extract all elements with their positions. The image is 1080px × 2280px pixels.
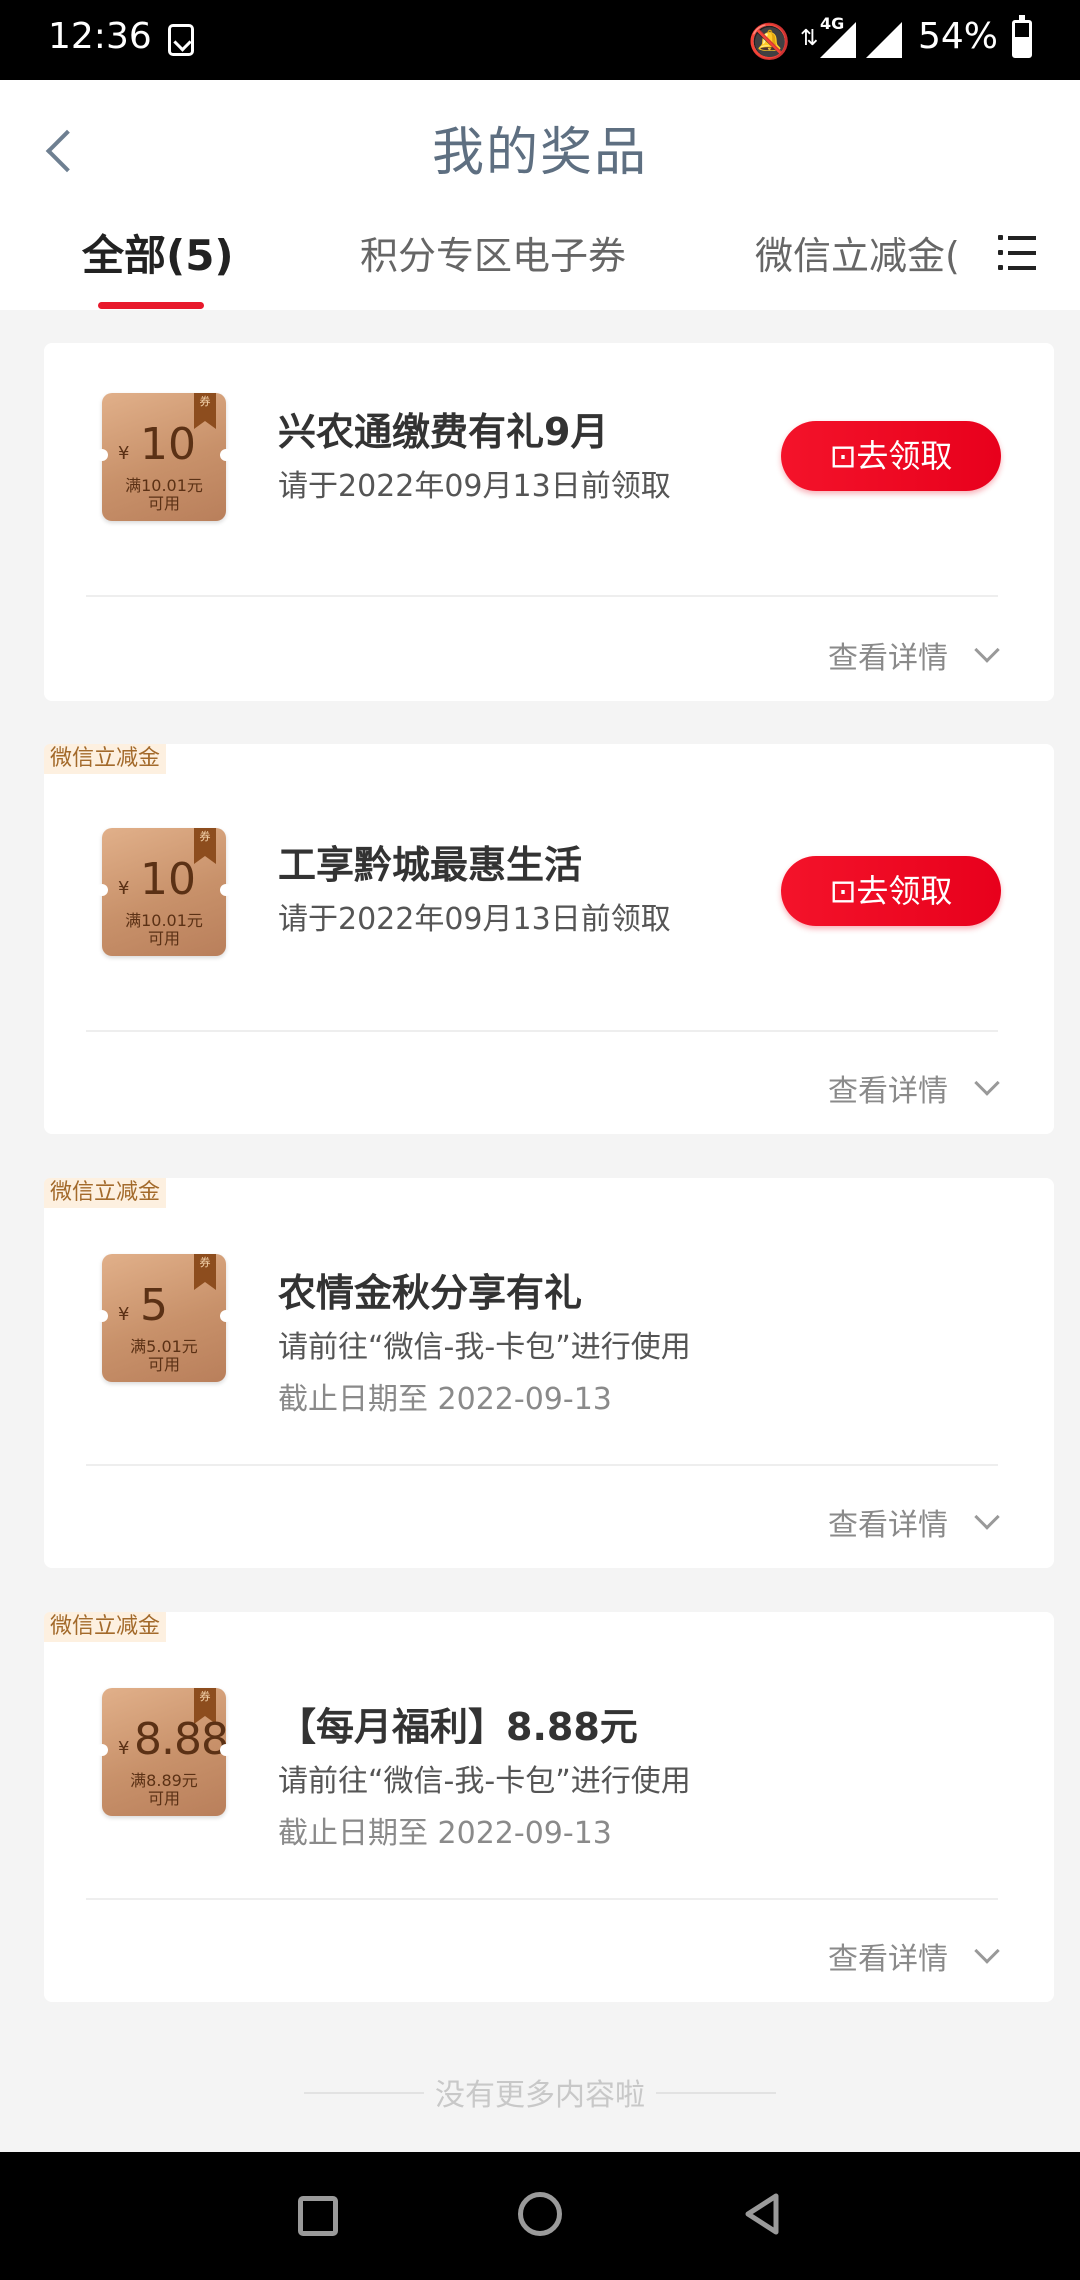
wechat-discount-tag: 微信立减金 <box>44 1612 167 1642</box>
details-link[interactable]: 查看详情 <box>828 1934 948 1978</box>
tab-wechat-discount[interactable]: 微信立减金(5) <box>755 225 957 280</box>
divider <box>86 1464 998 1466</box>
claim-button-label: 去领取 <box>856 872 953 910</box>
prize-card: 微信立减金 券 ¥ 8.88 满8.89元 可用 【每月福利】8.88元 请前往… <box>44 1612 1054 2002</box>
bell-off-icon: 🔕 <box>748 22 791 62</box>
details-link[interactable]: 查看详情 <box>828 633 948 677</box>
coupon-currency: ¥ <box>118 878 130 899</box>
data-arrows-icon: ⇅ <box>800 26 819 51</box>
recents-button[interactable] <box>298 2196 338 2236</box>
prize-card: 券 ¥ 10 满10.01元 可用 兴农通缴费有礼9月 请于2022年09月13… <box>44 343 1054 701</box>
coupon-ribbon: 券 <box>194 393 216 429</box>
system-nav-bar <box>0 2152 1080 2280</box>
coupon-condition: 满10.01元 可用 <box>102 477 226 513</box>
back-nav-button[interactable] <box>742 2192 782 2236</box>
coupon-badge: 券 ¥ 5 满5.01元 可用 <box>96 1254 232 1382</box>
prize-card: 微信立减金 券 ¥ 10 满10.01元 可用 工享黔城最惠生活 请于2022年… <box>44 744 1054 1134</box>
divider <box>86 595 998 597</box>
claim-icon: ⊡ <box>829 872 857 910</box>
coupon-condition: 满5.01元 可用 <box>102 1338 226 1374</box>
coupon-badge: 券 ¥ 8.88 满8.89元 可用 <box>96 1688 232 1816</box>
active-tab-indicator <box>98 302 204 309</box>
download-icon <box>168 24 194 56</box>
prize-title: 兴农通缴费有礼9月 <box>278 410 609 454</box>
wechat-discount-tag: 微信立减金 <box>44 1178 167 1208</box>
claim-button[interactable]: ⊡去领取 <box>781 421 1001 491</box>
coupon-badge: 券 ¥ 10 满10.01元 可用 <box>96 828 232 956</box>
coupon-condition: 满8.89元 可用 <box>102 1772 226 1808</box>
network-type: 4G <box>820 14 845 33</box>
chevron-down-icon[interactable] <box>974 1938 1000 1964</box>
prize-card: 微信立减金 券 ¥ 5 满5.01元 可用 农情金秋分享有礼 请前往“微信-我-… <box>44 1178 1054 1568</box>
coupon-currency: ¥ <box>118 1738 130 1759</box>
expiry-date: 截止日期至 2022-09-13 <box>278 1816 612 1851</box>
prize-title: 农情金秋分享有礼 <box>278 1271 583 1315</box>
page-title: 我的奖品 <box>431 123 648 183</box>
coupon-currency: ¥ <box>118 443 130 464</box>
tab-points-coupons[interactable]: 积分专区电子券 <box>360 225 626 280</box>
tab-all[interactable]: 全部(5) <box>82 222 234 283</box>
coupon-condition-line1: 满10.01元 <box>125 911 203 930</box>
coupon-currency: ¥ <box>118 1304 130 1325</box>
wechat-discount-tag: 微信立减金 <box>44 744 167 774</box>
coupon-badge: 券 ¥ 10 满10.01元 可用 <box>96 393 232 521</box>
prize-title: 【每月福利】8.88元 <box>278 1705 638 1749</box>
coupon-ribbon: 券 <box>194 1254 216 1290</box>
battery-icon <box>1012 15 1032 58</box>
divider <box>86 1898 998 1900</box>
prize-subtitle: 请前往“微信-我-卡包”进行使用 <box>278 1330 691 1365</box>
coupon-condition: 满10.01元 可用 <box>102 912 226 948</box>
battery-percent: 54% <box>918 16 999 57</box>
prize-title: 工享黔城最惠生活 <box>278 843 583 887</box>
coupon-amount: 10 <box>140 419 196 470</box>
signal-icon <box>866 22 902 58</box>
coupon-condition-line1: 满10.01元 <box>125 476 203 495</box>
coupon-condition-line2: 可用 <box>147 494 180 513</box>
no-more-content: 没有更多内容啦 <box>435 2078 645 2113</box>
coupon-amount: 10 <box>140 854 196 905</box>
prize-subtitle: 请前往“微信-我-卡包”进行使用 <box>278 1764 691 1799</box>
coupon-ribbon: 券 <box>194 1688 216 1724</box>
claim-icon: ⊡ <box>829 437 857 475</box>
coupon-condition-line2: 可用 <box>147 929 180 948</box>
coupon-ribbon: 券 <box>194 828 216 864</box>
status-bar: 12:36 🔕 ⇅ 4G 54% <box>0 0 1080 80</box>
prize-subtitle: 请于2022年09月13日前领取 <box>278 469 671 504</box>
coupon-amount: 8.88 <box>134 1714 229 1765</box>
claim-button-label: 去领取 <box>856 437 953 475</box>
divider <box>86 1030 998 1032</box>
coupon-condition-line1: 满5.01元 <box>130 1337 198 1356</box>
header: 我的奖品 全部(5) 积分专区电子券 微信立减金(5) <box>0 80 1080 310</box>
chevron-down-icon[interactable] <box>974 1070 1000 1096</box>
chevron-down-icon[interactable] <box>974 637 1000 663</box>
coupon-condition-line2: 可用 <box>147 1789 180 1808</box>
home-button[interactable] <box>518 2192 562 2236</box>
details-link[interactable]: 查看详情 <box>828 1500 948 1544</box>
coupon-condition-line1: 满8.89元 <box>130 1771 198 1790</box>
expiry-date: 截止日期至 2022-09-13 <box>278 1382 612 1417</box>
status-time: 12:36 <box>48 16 152 57</box>
claim-button[interactable]: ⊡去领取 <box>781 856 1001 926</box>
coupon-condition-line2: 可用 <box>147 1355 180 1374</box>
prize-subtitle: 请于2022年09月13日前领取 <box>278 902 671 937</box>
triangle-back-icon <box>745 2193 779 2235</box>
coupon-amount: 5 <box>140 1280 168 1331</box>
chevron-down-icon[interactable] <box>974 1504 1000 1530</box>
divider-right <box>656 2092 776 2094</box>
menu-icon[interactable] <box>998 235 1038 271</box>
details-link[interactable]: 查看详情 <box>828 1066 948 1110</box>
